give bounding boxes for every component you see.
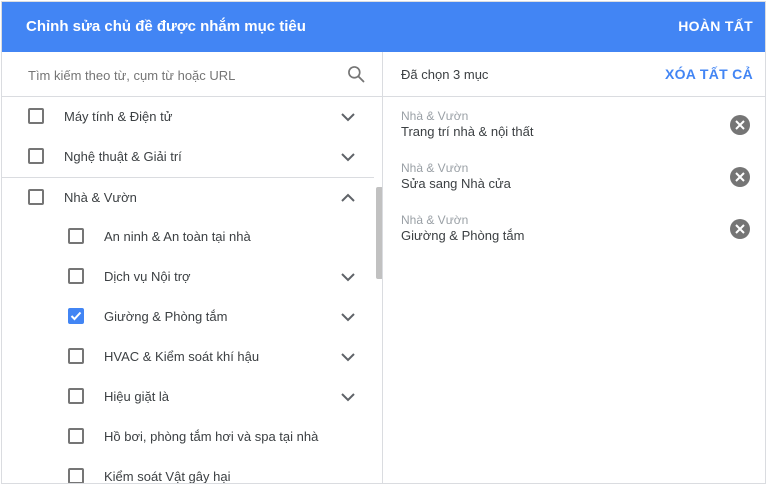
topic-label: Hiệu giặt là [104, 389, 170, 404]
scrollbar-thumb[interactable] [376, 187, 382, 279]
topic-label: Nhà & Vườn [64, 190, 137, 205]
topic-label: Dịch vụ Nội trợ [104, 269, 191, 284]
chevron-down-icon[interactable] [340, 389, 356, 405]
remove-icon[interactable] [729, 114, 751, 136]
edit-topics-dialog: Chỉnh sửa chủ đề được nhắm mục tiêu HOÀN… [1, 1, 766, 484]
topic-label: Kiểm soát Vật gây hại [104, 469, 231, 484]
topic-row[interactable]: Máy tính & Điện tử [2, 97, 374, 137]
topic-label: Hồ bơi, phòng tắm hơi và spa tại nhà [104, 429, 319, 444]
selected-item-name: Giường & Phòng tắm [401, 228, 525, 243]
checkbox-checked[interactable] [68, 308, 84, 324]
topic-row[interactable]: Nghệ thuật & Giải trí [2, 137, 374, 177]
selected-item: Nhà & Vườn Giường & Phòng tắm [401, 213, 751, 253]
topic-row[interactable]: Giường & Phòng tắm [2, 297, 374, 337]
checkbox[interactable] [68, 468, 84, 483]
selected-count: Đã chọn 3 mục [401, 67, 489, 82]
checkbox[interactable] [68, 228, 84, 244]
checkbox[interactable] [28, 148, 44, 164]
topic-browser-panel: Máy tính & Điện tử Nghệ thuật & Giải trí N… [2, 52, 383, 484]
search-bar [2, 52, 382, 97]
dialog-title: Chỉnh sửa chủ đề được nhắm mục tiêu [26, 18, 306, 35]
search-input[interactable] [26, 64, 330, 86]
selected-item-category: Nhà & Vườn [401, 109, 469, 123]
chevron-up-icon[interactable] [340, 190, 356, 206]
check-icon [70, 311, 82, 321]
checkbox[interactable] [68, 428, 84, 444]
selected-item-category: Nhà & Vườn [401, 213, 469, 227]
checkbox[interactable] [68, 388, 84, 404]
topic-row[interactable]: Kiểm soát Vật gây hại [2, 457, 374, 484]
clear-all-button[interactable]: XÓA TẤT CẢ [665, 66, 753, 82]
topic-label: Máy tính & Điện tử [64, 109, 173, 124]
remove-icon[interactable] [729, 166, 751, 188]
checkbox[interactable] [28, 189, 44, 205]
chevron-down-icon[interactable] [340, 149, 356, 165]
topic-row[interactable]: An ninh & An toàn tại nhà [2, 217, 374, 257]
topic-row[interactable]: Dịch vụ Nội trợ [2, 257, 374, 297]
chevron-down-icon[interactable] [340, 349, 356, 365]
search-icon[interactable] [346, 64, 366, 84]
checkbox[interactable] [68, 268, 84, 284]
chevron-down-icon[interactable] [340, 309, 356, 325]
chevron-down-icon[interactable] [340, 109, 356, 125]
topic-label: Giường & Phòng tắm [104, 309, 228, 324]
selected-item: Nhà & Vườn Trang trí nhà & nội thất [401, 109, 751, 149]
selected-header: Đã chọn 3 mục XÓA TẤT CẢ [383, 52, 765, 97]
selected-item-category: Nhà & Vườn [401, 161, 469, 175]
remove-icon[interactable] [729, 218, 751, 240]
topic-row[interactable]: Nhà & Vườn [2, 177, 374, 218]
checkbox[interactable] [68, 348, 84, 364]
topic-row[interactable]: HVAC & Kiểm soát khí hậu [2, 337, 374, 377]
selected-item-name: Trang trí nhà & nội thất [401, 124, 534, 139]
topic-row[interactable]: Hiệu giặt là [2, 377, 374, 417]
topic-label: An ninh & An toàn tại nhà [104, 229, 251, 244]
selected-topics-panel: Đã chọn 3 mục XÓA TẤT CẢ Nhà & Vườn Trang… [383, 52, 765, 483]
selected-item: Nhà & Vườn Sửa sang Nhà cửa [401, 161, 751, 201]
topic-label: Nghệ thuật & Giải trí [64, 149, 182, 164]
dialog-header: Chỉnh sửa chủ đề được nhắm mục tiêu HOÀN… [2, 2, 765, 52]
topic-row[interactable]: Hồ bơi, phòng tắm hơi và spa tại nhà [2, 417, 374, 457]
chevron-down-icon[interactable] [340, 269, 356, 285]
checkbox[interactable] [28, 108, 44, 124]
done-button[interactable]: HOÀN TẤT [678, 18, 753, 34]
topic-label: HVAC & Kiểm soát khí hậu [104, 349, 260, 364]
selected-item-name: Sửa sang Nhà cửa [401, 176, 511, 191]
